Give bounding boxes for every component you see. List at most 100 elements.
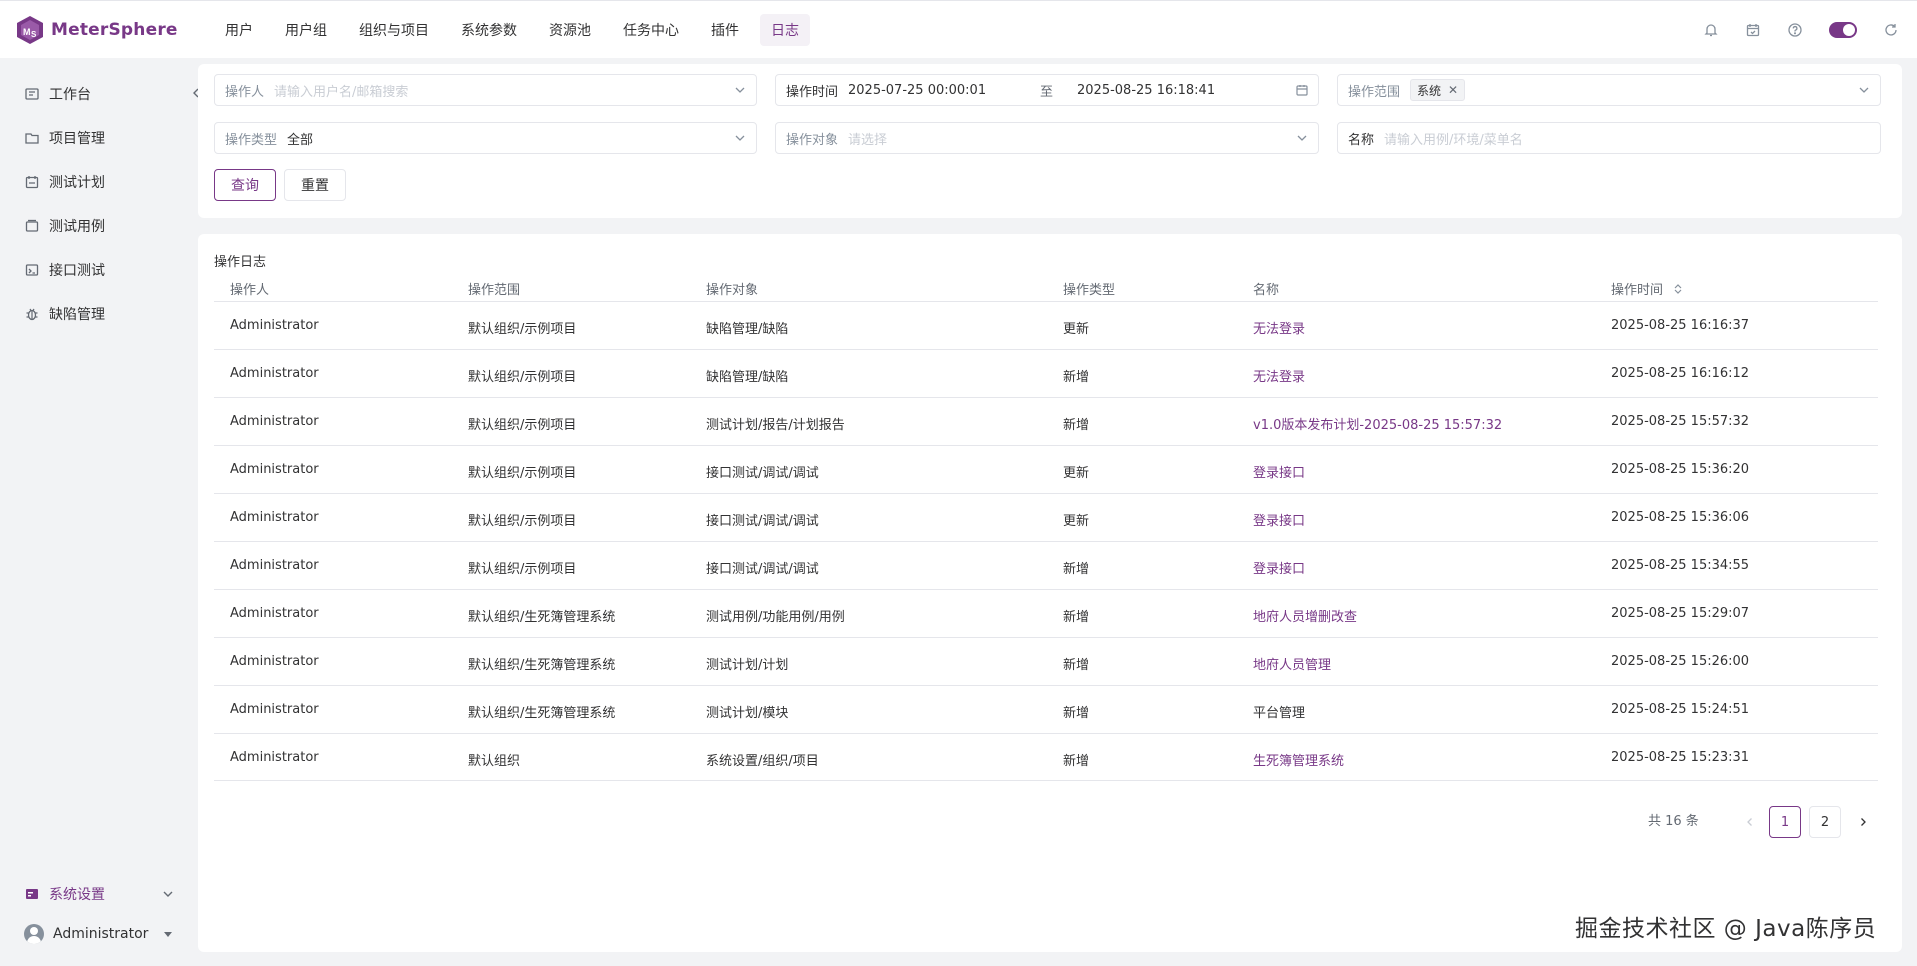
cell-object: 测试计划/计划: [706, 658, 789, 673]
cell-time: 2025-08-25 15:29:07: [1611, 606, 1750, 621]
sidebar-user-menu[interactable]: Administrator: [24, 922, 174, 946]
sidebar-item-test-case[interactable]: 测试用例: [24, 208, 174, 244]
table-row: Administrator 默认组织/示例项目 接口测试/调试/调试 更新 登录接口 20…: [214, 445, 1878, 493]
log-table-panel: 操作日志 操作人 操作范围 操作对象 操作类型 名称 操作时间 Administ…: [198, 234, 1902, 952]
topnav-item-resource-pool[interactable]: 资源池: [538, 14, 602, 46]
topnav-item-task-center[interactable]: 任务中心: [612, 14, 690, 46]
cell-name[interactable]: 地府人员管理: [1253, 654, 1331, 673]
scope-select[interactable]: 操作范围 系统 ✕: [1337, 74, 1881, 106]
time-range-picker[interactable]: 操作时间 2025-07-25 00:00:01 至 2025-08-25 16…: [775, 74, 1319, 106]
sidebar-item-label: 项目管理: [49, 131, 105, 147]
bug-icon: [24, 306, 40, 322]
column-header-operator: 操作人: [230, 283, 270, 298]
cell-name[interactable]: 登录接口: [1253, 558, 1305, 577]
sidebar-user-label: Administrator: [53, 926, 149, 942]
name-search-input[interactable]: 名称 请输入用例/环境/菜单名: [1337, 122, 1881, 154]
test-case-icon: [24, 218, 40, 234]
topnav-item-users[interactable]: 用户: [214, 14, 264, 46]
table-row: Administrator 默认组织/生死簿管理系统 测试用例/功能用例/用例 新增 地…: [214, 589, 1878, 637]
top-nav: 用户 用户组 组织与项目 系统参数 资源池 任务中心 插件 日志: [214, 13, 820, 46]
cell-type: 新增: [1063, 562, 1090, 577]
cell-object: 接口测试/调试/调试: [706, 514, 819, 529]
cell-scope: 默认组织/示例项目: [468, 418, 577, 433]
cell-operator: Administrator: [230, 414, 319, 429]
column-header-name: 名称: [1253, 283, 1280, 298]
sidebar-item-test-plan[interactable]: 测试计划: [24, 164, 174, 200]
cell-name[interactable]: 无法登录: [1253, 318, 1305, 337]
caret-down-icon[interactable]: [162, 928, 174, 943]
time-end-value[interactable]: 2025-08-25 16:18:41: [1077, 83, 1215, 98]
cell-scope: 默认组织/示例项目: [468, 562, 577, 577]
cell-name[interactable]: 登录接口: [1253, 462, 1305, 481]
cell-type: 新增: [1063, 370, 1090, 385]
cell-object: 接口测试/调试/调试: [706, 562, 819, 577]
cell-name[interactable]: 登录接口: [1253, 510, 1305, 529]
cell-type: 更新: [1063, 322, 1090, 337]
topnav-item-logs[interactable]: 日志: [760, 13, 810, 46]
cell-object: 测试计划/报告/计划报告: [706, 418, 845, 433]
operator-select[interactable]: 操作人 请输入用户名/邮箱搜索: [214, 74, 757, 106]
cell-time: 2025-08-25 15:23:31: [1611, 750, 1750, 765]
cell-scope: 默认组织/示例项目: [468, 466, 577, 481]
table-row: Administrator 默认组织/示例项目 缺陷管理/缺陷 新增 无法登录 2025-…: [214, 349, 1878, 397]
prev-page-icon[interactable]: [1734, 806, 1766, 838]
topnav-item-org-projects[interactable]: 组织与项目: [348, 14, 440, 46]
sidebar-item-project-management[interactable]: 项目管理: [24, 120, 174, 156]
cell-name[interactable]: v1.0版本发布计划-2025-08-25 15:57:32: [1253, 414, 1502, 433]
cell-object: 测试计划/模块: [706, 706, 789, 721]
page-button-1[interactable]: 1: [1769, 806, 1801, 838]
page-button-2[interactable]: 2: [1809, 806, 1841, 838]
cell-operator: Administrator: [230, 462, 319, 477]
cell-name[interactable]: 生死簿管理系统: [1253, 750, 1344, 769]
cell-object: 缺陷管理/缺陷: [706, 370, 789, 385]
cell-type: 新增: [1063, 706, 1090, 721]
cell-scope: 默认组织/示例项目: [468, 370, 577, 385]
cell-type: 新增: [1063, 658, 1090, 673]
query-button[interactable]: 查询: [214, 169, 276, 201]
close-icon[interactable]: ✕: [1448, 83, 1458, 97]
sidebar-item-workbench[interactable]: 工作台: [24, 76, 174, 112]
app-logo[interactable]: M S MeterSphere: [16, 15, 206, 45]
column-header-time[interactable]: 操作时间: [1611, 279, 1683, 299]
refresh-icon[interactable]: [1883, 22, 1899, 38]
chevron-down-icon: [1858, 84, 1870, 96]
next-page-icon[interactable]: [1847, 806, 1879, 838]
cell-operator: Administrator: [230, 318, 319, 333]
table-row: Administrator 默认组织/示例项目 缺陷管理/缺陷 更新 无法登录 2025-…: [214, 301, 1878, 349]
chevron-down-icon: [734, 132, 746, 144]
cell-name[interactable]: 无法登录: [1253, 366, 1305, 385]
bell-icon[interactable]: [1703, 22, 1719, 38]
sidebar-item-system-settings[interactable]: 系统设置: [24, 882, 174, 906]
object-placeholder: 请选择: [848, 132, 888, 148]
help-icon[interactable]: [1787, 22, 1803, 38]
table-header: 操作人 操作范围 操作对象 操作类型 名称 操作时间: [214, 276, 1878, 301]
test-plan-icon: [24, 174, 40, 190]
cell-scope: 默认组织/生死簿管理系统: [468, 610, 616, 625]
cell-object: 系统设置/组织/项目: [706, 754, 819, 769]
pagination-total: 共 16 条: [1648, 814, 1699, 829]
topnav-item-system-params[interactable]: 系统参数: [450, 14, 528, 46]
topnav-item-plugins[interactable]: 插件: [700, 14, 750, 46]
sidebar-item-label: 缺陷管理: [49, 307, 105, 323]
topnav-item-user-groups[interactable]: 用户组: [274, 14, 338, 46]
cell-scope: 默认组织/生死簿管理系统: [468, 706, 616, 721]
operation-type-select[interactable]: 操作类型 全部: [214, 122, 757, 154]
reset-button[interactable]: 重置: [284, 169, 346, 201]
chevron-down-icon[interactable]: [162, 888, 174, 903]
cell-scope: 默认组织: [468, 754, 521, 769]
sidebar-item-bug-management[interactable]: 缺陷管理: [24, 296, 174, 332]
calendar-check-icon[interactable]: [1745, 22, 1761, 38]
operation-object-select[interactable]: 操作对象 请选择: [775, 122, 1319, 154]
type-value: 全部: [287, 132, 314, 148]
sort-icon[interactable]: [1673, 283, 1683, 299]
sidebar-item-api-test[interactable]: 接口测试: [24, 252, 174, 288]
cell-operator: Administrator: [230, 510, 319, 525]
cell-time: 2025-08-25 15:24:51: [1611, 702, 1750, 717]
time-start-value[interactable]: 2025-07-25 00:00:01: [848, 83, 1040, 98]
theme-toggle[interactable]: [1829, 22, 1857, 38]
cell-time: 2025-08-25 16:16:12: [1611, 366, 1750, 381]
cell-scope: 默认组织/生死簿管理系统: [468, 658, 616, 673]
project-icon: [24, 130, 40, 146]
cell-name[interactable]: 地府人员增删改查: [1253, 606, 1357, 625]
cell-object: 缺陷管理/缺陷: [706, 322, 789, 337]
